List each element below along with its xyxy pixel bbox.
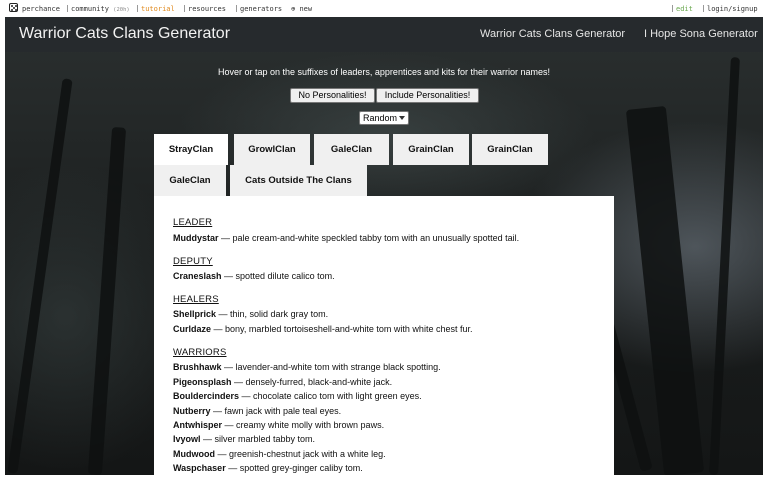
app-title[interactable]: Warrior Cats Clans Generator — [19, 25, 230, 43]
tab-grainclan-2[interactable]: GrainClan — [472, 134, 548, 165]
healers-section: HEALERS — [173, 294, 219, 305]
cat-name[interactable]: Shellprick — [173, 309, 216, 319]
cat-entry: Brushhawk — lavender-and-white tom with … — [173, 362, 441, 372]
generator-frame: Warrior Cats Clans Generator Warrior Cat… — [5, 17, 763, 475]
cat-name[interactable]: Curldaze — [173, 324, 211, 334]
cat-description: — bony, marbled tortoiseshell-and-white … — [211, 324, 473, 334]
tutorial-link[interactable]: tutorial — [137, 5, 175, 13]
tutorial-label: tutorial — [141, 5, 175, 13]
edit-label: edit — [676, 5, 693, 13]
community-label: community — [71, 5, 109, 13]
cat-entry: Mudwood — greenish-chestnut jack with a … — [173, 449, 386, 459]
login-signup-link[interactable]: login/signup — [703, 5, 758, 13]
cat-description: — greenish-chestnut jack with a white le… — [215, 449, 386, 459]
instruction-text: Hover or tap on the suffixes of leaders,… — [218, 67, 550, 77]
cat-description: — chocolate calico tom with light green … — [239, 391, 422, 401]
generators-link[interactable]: generators — [236, 5, 282, 13]
cat-name[interactable]: Brushhawk — [173, 362, 222, 372]
cat-entry: Nutberry — fawn jack with pale teal eyes… — [173, 406, 341, 416]
tab-growlclan[interactable]: GrowlClan — [234, 134, 310, 165]
tab-galeclan-2[interactable]: GaleClan — [154, 165, 226, 196]
cat-entry: Waspchaser — spotted grey-ginger caliby … — [173, 463, 363, 473]
cat-name[interactable]: Mudwood — [173, 449, 215, 459]
plus-circle-icon: ⊕ — [291, 5, 296, 13]
cat-entry: Muddystar — pale cream-and-white speckle… — [173, 233, 519, 243]
cat-name[interactable]: Waspchaser — [173, 463, 226, 473]
cat-description: — creamy white molly with brown paws. — [222, 420, 385, 430]
nav-link-sona[interactable]: I Hope Sona Generator — [644, 28, 758, 40]
nav-link-warrior-cats[interactable]: Warrior Cats Clans Generator — [480, 28, 625, 40]
new-link[interactable]: ⊕ new — [291, 5, 312, 13]
cat-name[interactable]: Muddystar — [173, 233, 219, 243]
tab-galeclan[interactable]: GaleClan — [314, 134, 389, 165]
cat-description: — fawn jack with pale teal eyes. — [210, 406, 342, 416]
cat-entry: Craneslash — spotted dilute calico tom. — [173, 271, 335, 281]
section-heading: HEALERS — [173, 294, 219, 305]
cat-name[interactable]: Nutberry — [173, 406, 211, 416]
site-topbar: perchance community (20h) tutorial resou… — [0, 0, 768, 17]
leader-section: LEADER — [173, 217, 212, 228]
mode-select[interactable]: Random — [359, 111, 409, 125]
tab-strayclan[interactable]: StrayClan — [154, 134, 228, 165]
perchance-link[interactable]: perchance — [22, 5, 60, 13]
cat-entry: Antwhisper — creamy white molly with bro… — [173, 420, 384, 430]
cat-entry: Shellprick — thin, solid dark gray tom. — [173, 309, 328, 319]
cat-name[interactable]: Antwhisper — [173, 420, 222, 430]
cat-description: — densely-furred, black-and-white jack. — [231, 377, 393, 387]
chevron-down-icon — [399, 116, 405, 120]
cat-name[interactable]: Ivyowl — [173, 434, 201, 444]
cat-entry: Curldaze — bony, marbled tortoiseshell-a… — [173, 324, 472, 334]
cat-description: — silver marbled tabby tom. — [200, 434, 316, 444]
cat-description: — thin, solid dark gray tom. — [216, 309, 329, 319]
cat-description: — spotted grey-ginger caliby tom. — [225, 463, 363, 473]
cat-name[interactable]: Pigeonsplash — [173, 377, 232, 387]
resources-label: resources — [188, 5, 226, 13]
cat-description: — pale cream-and-white speckled tabby to… — [218, 233, 520, 243]
resources-link[interactable]: resources — [184, 5, 226, 13]
section-heading: DEPUTY — [173, 256, 213, 267]
deputy-section: DEPUTY — [173, 256, 213, 267]
cat-name[interactable]: Craneslash — [173, 271, 222, 281]
mode-select-value: Random — [363, 113, 398, 123]
clan-content-panel: LEADER Muddystar — pale cream-and-white … — [154, 196, 614, 475]
community-link[interactable]: community (20h) — [67, 5, 130, 13]
cat-entry: Bouldercinders — chocolate calico tom wi… — [173, 391, 422, 401]
cat-entry: Pigeonsplash — densely-furred, black-and… — [173, 377, 392, 387]
cat-description: — lavender-and-white tom with strange bl… — [221, 362, 441, 372]
edit-link[interactable]: edit — [672, 5, 693, 13]
cat-entry: Ivyowl — silver marbled tabby tom. — [173, 434, 315, 444]
community-count: (20h) — [113, 7, 130, 13]
tab-grainclan-1[interactable]: GrainClan — [393, 134, 469, 165]
login-signup-label: login/signup — [707, 5, 758, 13]
tab-cats-outside-clans[interactable]: Cats Outside The Clans — [230, 165, 367, 196]
no-personalities-button[interactable]: No Personalities! — [290, 88, 375, 103]
app-header: Warrior Cats Clans Generator Warrior Cat… — [5, 17, 763, 52]
section-heading: LEADER — [173, 217, 213, 228]
generators-label: generators — [240, 5, 283, 13]
cat-description: — spotted dilute calico tom. — [221, 271, 335, 281]
dice-logo-icon[interactable] — [9, 3, 18, 12]
section-heading: WARRIORS — [173, 347, 227, 358]
cat-name[interactable]: Bouldercinders — [173, 391, 239, 401]
include-personalities-button[interactable]: Include Personalities! — [376, 88, 479, 103]
warriors-section: WARRIORS — [173, 347, 227, 358]
new-label: new — [299, 5, 313, 13]
